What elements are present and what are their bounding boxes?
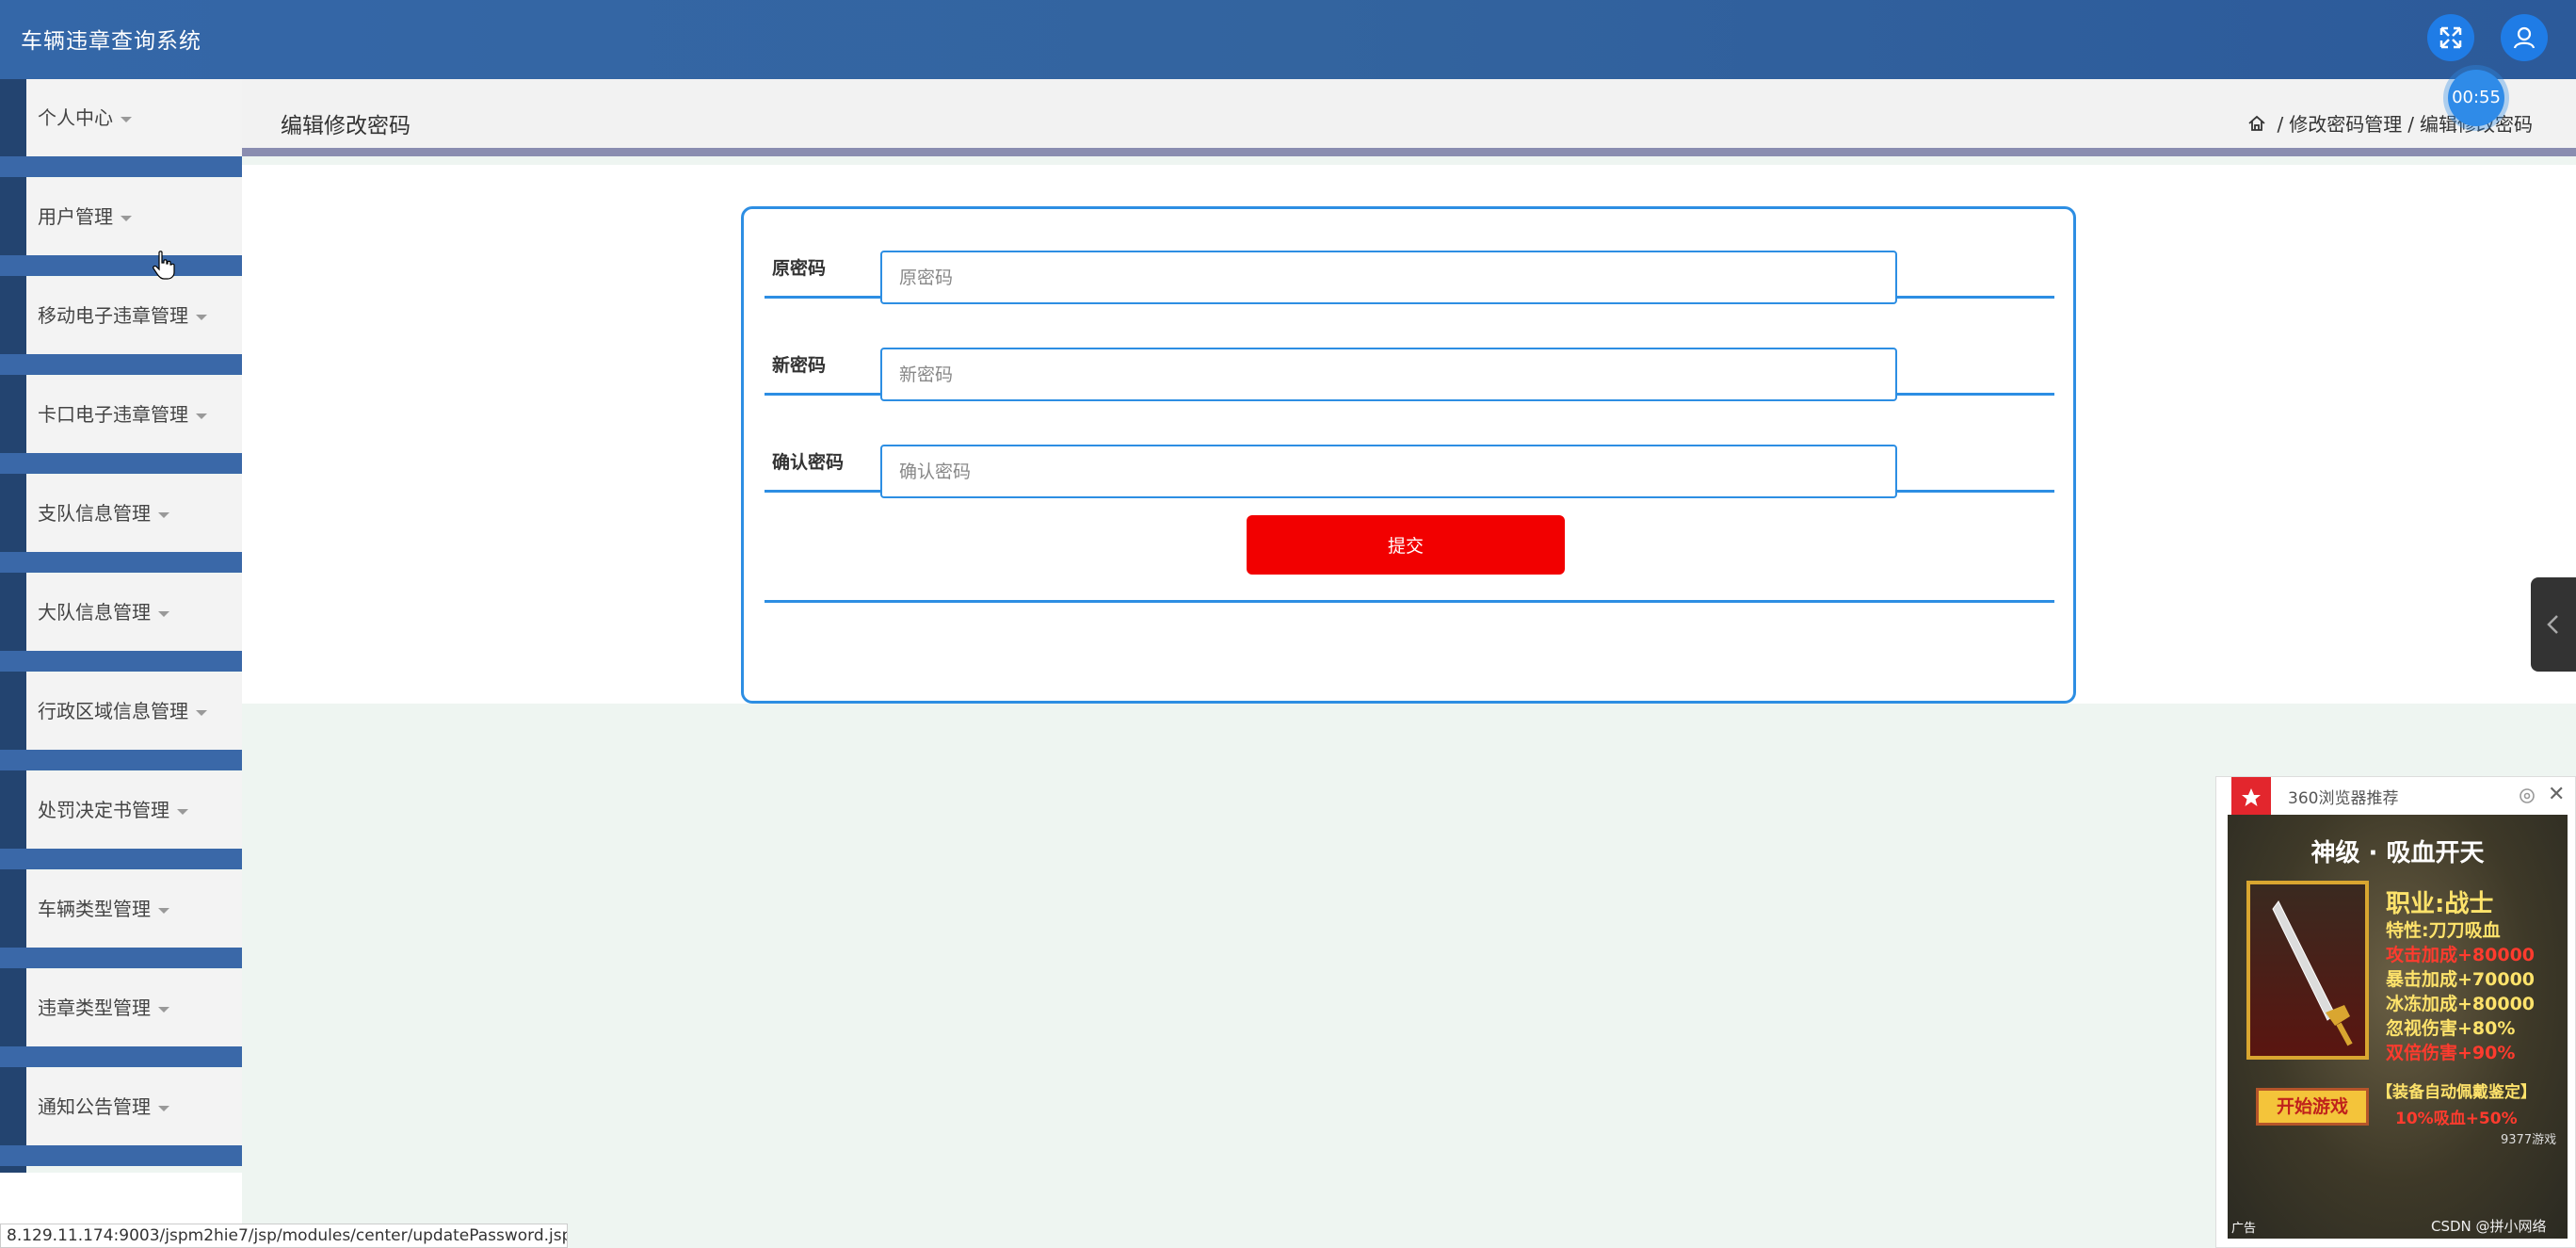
form-row-old-password: 原密码	[765, 230, 2054, 304]
sidebar-item-mobile-violation[interactable]: 移动电子违章管理	[0, 277, 242, 375]
sidebar-item-label: 个人中心	[38, 106, 113, 129]
ad-suck-text: 10%吸血+50%	[2395, 1110, 2518, 1128]
caret-down-icon	[121, 116, 132, 122]
caret-down-icon	[158, 610, 169, 617]
sidebar-item-notice[interactable]: 通知公告管理	[0, 1068, 242, 1166]
ad-brand: 9377游戏	[2501, 1133, 2557, 1147]
sidebar-item-label: 移动电子违章管理	[38, 304, 188, 327]
breadcrumb-item[interactable]: 修改密码管理	[2289, 113, 2402, 136]
sidebar-item-label: 大队信息管理	[38, 601, 151, 624]
old-password-input[interactable]	[880, 251, 1897, 304]
sidebar-item-user-management[interactable]: 用户管理	[0, 178, 242, 276]
sidebar-item-label: 行政区域信息管理	[38, 700, 188, 722]
sidebar-item-violation-type[interactable]: 违章类型管理	[0, 969, 242, 1067]
sidebar: 个人中心 用户管理 移动电子违章管理 卡口电子违章管理 支队信息管理 大队信息管…	[0, 79, 242, 1176]
side-panel-toggle[interactable]	[2531, 577, 2576, 672]
old-password-label: 原密码	[772, 258, 827, 279]
sidebar-item-vehicle-type[interactable]: 车辆类型管理	[0, 870, 242, 968]
caret-down-icon	[121, 215, 132, 221]
password-form: 原密码 新密码 确认密码 提交	[741, 206, 2076, 704]
hand-cursor-icon	[153, 251, 175, 280]
star-icon	[2242, 788, 2261, 806]
new-password-label: 新密码	[772, 355, 827, 376]
sidebar-item-label: 卡口电子违章管理	[38, 403, 188, 426]
sidebar-item-checkpoint-violation[interactable]: 卡口电子违章管理	[0, 376, 242, 474]
caret-down-icon	[158, 1105, 169, 1111]
form-row-submit: 提交	[765, 506, 2054, 603]
form-row-new-password: 新密码	[765, 327, 2054, 401]
sidebar-item-label: 车辆类型管理	[38, 898, 151, 920]
ad-popup: 360浏览器推荐 ✕ 神级 · 吸血开天 职业:战士 特性:刀刀吸血 攻击加成+…	[2215, 776, 2576, 1248]
breadcrumb-separator: /	[2407, 113, 2414, 136]
sidebar-item-admin-region[interactable]: 行政区域信息管理	[0, 673, 242, 770]
sidebar-item-label: 支队信息管理	[38, 502, 151, 525]
ad-header-text: 360浏览器推荐	[2288, 789, 2399, 808]
caret-down-icon	[158, 1006, 169, 1013]
expand-icon	[2439, 26, 2462, 49]
ad-stat: 攻击加成+80000	[2386, 945, 2536, 965]
status-bar-url: 8.129.11.174:9003/jspm2hie7/jsp/modules/…	[0, 1224, 568, 1248]
sword-image	[2246, 881, 2369, 1060]
sidebar-item-label: 处罚决定书管理	[38, 799, 169, 821]
sidebar-item-personal-center[interactable]: 个人中心	[0, 79, 242, 177]
sidebar-item-penalty-decision[interactable]: 处罚决定书管理	[0, 771, 242, 869]
ad-stat: 冰冻加成+80000	[2386, 994, 2536, 1014]
sword-icon	[2272, 900, 2353, 1046]
ad-title: 神级 · 吸血开天	[2310, 839, 2485, 867]
page-title: 编辑修改密码	[281, 114, 411, 138]
close-icon[interactable]: ✕	[2548, 785, 2565, 805]
breadcrumb-separator: /	[2277, 113, 2284, 136]
sidebar-item-label: 通知公告管理	[38, 1095, 151, 1118]
new-password-input[interactable]	[880, 348, 1897, 401]
watermark: CSDN @拼小网络	[2431, 1218, 2547, 1235]
caret-down-icon	[196, 413, 207, 419]
page-header: 编辑修改密码 /修改密码管理/编辑修改密码	[242, 79, 2576, 156]
settings-icon[interactable]	[2518, 786, 2536, 805]
app-title: 车辆违章查询系统	[21, 29, 201, 54]
confirm-password-input[interactable]	[880, 445, 1897, 498]
home-icon[interactable]	[2247, 114, 2266, 133]
ad-stat: 双倍伤害+90%	[2386, 1043, 2516, 1063]
confirm-password-label: 确认密码	[772, 452, 845, 473]
user-button[interactable]	[2501, 14, 2548, 61]
ad-header: 360浏览器推荐 ✕	[2216, 777, 2576, 826]
timer-badge[interactable]: 00:55	[2448, 70, 2504, 126]
caret-down-icon	[158, 511, 169, 518]
form-row-confirm-password: 确认密码	[765, 424, 2054, 498]
ad-play-button[interactable]: 开始游戏	[2256, 1088, 2369, 1126]
ad-stat: 忽视伤害+80%	[2386, 1018, 2516, 1039]
sidebar-footer	[0, 1173, 242, 1224]
ad-image[interactable]: 神级 · 吸血开天 职业:战士 特性:刀刀吸血 攻击加成+80000 暴击加成+…	[2228, 815, 2568, 1239]
fullscreen-button[interactable]	[2427, 14, 2474, 61]
sidebar-item-brigade[interactable]: 大队信息管理	[0, 574, 242, 672]
caret-down-icon	[177, 808, 188, 815]
user-icon	[2513, 26, 2536, 49]
ad-class: 职业:战士	[2386, 890, 2494, 918]
top-header: 车辆违章查询系统	[0, 0, 2576, 79]
chevron-left-icon	[2547, 615, 2558, 634]
sidebar-item-detachment[interactable]: 支队信息管理	[0, 475, 242, 573]
sidebar-item-label: 违章类型管理	[38, 997, 151, 1019]
caret-down-icon	[196, 314, 207, 320]
ad-stat: 暴击加成+70000	[2386, 969, 2536, 990]
ad-stat: 特性:刀刀吸血	[2386, 920, 2501, 941]
submit-button[interactable]: 提交	[1247, 515, 1565, 575]
sidebar-item-label: 用户管理	[38, 205, 113, 228]
caret-down-icon	[196, 709, 207, 716]
ad-label: 广告	[2231, 1222, 2257, 1236]
caret-down-icon	[158, 907, 169, 914]
ad-auto-text: 【装备自动佩戴鉴定】	[2376, 1083, 2536, 1102]
